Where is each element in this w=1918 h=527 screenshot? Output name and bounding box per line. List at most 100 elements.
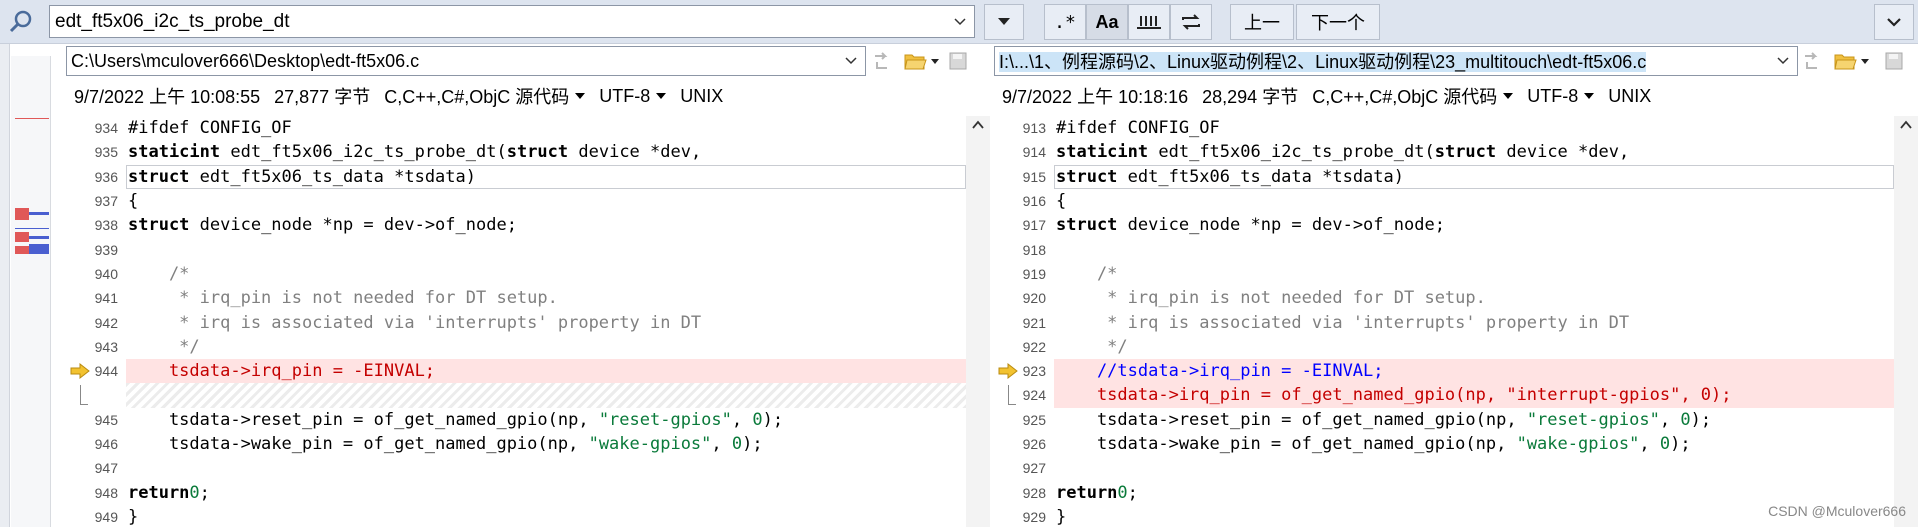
left-scrollbar[interactable] (966, 116, 990, 527)
line-number: 924 (1022, 387, 1046, 404)
left-file-date: 9/7/2022 上午 10:08:55 (74, 87, 261, 107)
code-line[interactable]: 947 (66, 456, 966, 480)
code-line[interactable]: 935 static int edt_ft5x06_i2c_ts_probe_dt… (66, 140, 966, 164)
code-text: return 0; (1056, 482, 1138, 503)
code-line[interactable]: 917 struct device_node *np = dev->of_nod… (994, 213, 1894, 237)
code-line[interactable]: 934 #ifdef CONFIG_OF (66, 116, 966, 140)
match-case-toggle-button[interactable]: Aa (1086, 4, 1128, 40)
line-number: 942 (94, 314, 118, 331)
code-line[interactable]: 943 */ (66, 335, 966, 359)
code-line[interactable]: 936 struct edt_ft5x06_ts_data *tsdata) (66, 164, 966, 189)
code-line[interactable]: 948 return 0; (66, 480, 966, 504)
code-line[interactable]: 915 struct edt_ft5x06_ts_data *tsdata) (994, 164, 1894, 189)
code-text: struct device_node *np = dev->of_node; (1056, 215, 1445, 236)
code-text: } (128, 506, 139, 527)
code-line[interactable]: 924 tsdata->irq_pin = of_get_named_gpio(… (994, 383, 1894, 408)
right-code-view[interactable]: 913 #ifdef CONFIG_OF 914 static int edt_ft5… (994, 116, 1894, 527)
diff-overview-bar[interactable] (11, 56, 51, 527)
whole-word-toggle-button[interactable] (1128, 4, 1170, 40)
line-number: 918 (1022, 241, 1046, 258)
code-line[interactable]: 916 { (994, 189, 1894, 213)
left-code-view[interactable]: 934 #ifdef CONFIG_OF 935 static int edt_ft5… (66, 116, 966, 527)
code-text: * irq is associated via 'interrupts' pro… (1056, 312, 1630, 333)
code-line[interactable]: 919 /* (994, 262, 1894, 286)
code-text: tsdata->reset_pin = of_get_named_gpio(np… (1056, 409, 1712, 430)
find-previous-button[interactable]: 上一 (1230, 4, 1294, 40)
overview-change-marker (29, 244, 49, 254)
left-file-path-input[interactable]: C:\Users\mculover666\Desktop\edt-ft5x06.… (66, 46, 866, 76)
code-line[interactable]: 942 * irq is associated via 'interrupts'… (66, 310, 966, 334)
code-line[interactable]: 946 tsdata->wake_pin = of_get_named_gpio… (66, 432, 966, 456)
line-number: 922 (1022, 338, 1046, 355)
code-line[interactable]: 939 (66, 237, 966, 261)
regex-toggle-button[interactable]: .* (1044, 4, 1086, 40)
code-line[interactable]: 920 * irq_pin is not needed for DT setup… (994, 286, 1894, 310)
code-line[interactable]: 918 (994, 237, 1894, 261)
code-text: tsdata->irq_pin = -EINVAL; (126, 358, 966, 384)
code-line[interactable]: 925 tsdata->reset_pin = of_get_named_gpi… (994, 408, 1894, 432)
code-text: #ifdef CONFIG_OF (1056, 118, 1220, 139)
code-line[interactable]: 945 tsdata->reset_pin = of_get_named_gpi… (66, 408, 966, 432)
search-history-dropdown-button[interactable] (984, 4, 1024, 40)
code-line[interactable]: 944 tsdata->irq_pin = -EINVAL; (66, 358, 966, 384)
save-icon[interactable] (946, 49, 970, 73)
code-line[interactable]: 927 (994, 456, 1894, 480)
overview-change-marker (29, 212, 49, 215)
code-line[interactable]: 921 * irq is associated via 'interrupts'… (994, 310, 1894, 334)
chevron-up-icon[interactable] (972, 120, 984, 130)
code-line[interactable]: 913 #ifdef CONFIG_OF (994, 116, 1894, 140)
open-folder-icon[interactable] (1832, 49, 1870, 73)
code-line[interactable]: 940 /* (66, 262, 966, 286)
code-line[interactable]: 914 static int edt_ft5x06_i2c_ts_probe_dt… (994, 140, 1894, 164)
collapse-toolbar-button[interactable] (1874, 4, 1914, 40)
line-number: 936 (94, 168, 118, 185)
reload-icon[interactable] (1800, 49, 1824, 73)
line-number: 921 (1022, 314, 1046, 331)
code-text: */ (128, 336, 200, 357)
change-arrow-icon[interactable] (70, 362, 90, 379)
reload-icon[interactable] (870, 49, 894, 73)
open-folder-icon[interactable] (902, 49, 940, 73)
code-line[interactable]: 938 struct device_node *np = dev->of_nod… (66, 213, 966, 237)
code-text: /* (1056, 263, 1118, 284)
line-number: 934 (94, 120, 118, 137)
save-icon[interactable] (1882, 49, 1906, 73)
code-line[interactable]: 922 */ (994, 335, 1894, 359)
right-file-path-input[interactable]: I:\...\1、例程源码\2、Linux驱动例程\2、Linux驱动例程\23… (994, 46, 1798, 76)
chevron-down-icon[interactable] (946, 6, 974, 37)
chevron-down-icon[interactable] (1769, 47, 1797, 75)
change-range-marker (80, 385, 88, 406)
overview-change-marker (15, 232, 29, 242)
watermark: CSDN @Mculover666 (1768, 503, 1906, 519)
line-number: 919 (1022, 265, 1046, 282)
line-number: 943 (94, 338, 118, 355)
code-line[interactable]: 949} (66, 505, 966, 527)
left-file-path: C:\Users\mculover666\Desktop\edt-ft5x06.… (71, 50, 420, 71)
wrap-around-toggle-button[interactable] (1170, 4, 1212, 40)
search-icon (9, 10, 32, 33)
search-input[interactable]: edt_ft5x06_i2c_ts_probe_dt (49, 5, 975, 38)
code-line[interactable] (66, 383, 966, 408)
right-language-select[interactable]: C,C++,C#,ObjC 源代码 (1312, 83, 1514, 109)
code-line[interactable]: 941 * irq_pin is not needed for DT setup… (66, 286, 966, 310)
code-text: */ (1056, 336, 1128, 357)
line-number: 914 (1022, 144, 1046, 161)
right-encoding-select[interactable]: UTF-8 (1527, 86, 1595, 107)
left-encoding-select[interactable]: UTF-8 (599, 86, 667, 107)
code-line[interactable]: 923 //tsdata->irq_pin = -EINVAL; (994, 358, 1894, 384)
code-line[interactable]: 929} (994, 505, 1894, 527)
code-line[interactable]: 937 { (66, 189, 966, 213)
change-arrow-icon[interactable] (998, 362, 1018, 379)
code-line[interactable]: 928 return 0; (994, 480, 1894, 504)
code-text: #ifdef CONFIG_OF (128, 118, 292, 139)
right-scrollbar[interactable] (1894, 116, 1918, 527)
code-line[interactable]: 926 tsdata->wake_pin = of_get_named_gpio… (994, 432, 1894, 456)
code-text (126, 383, 966, 408)
find-next-button[interactable]: 下一个 (1296, 4, 1380, 40)
code-text: { (128, 191, 139, 212)
chevron-up-icon[interactable] (1900, 120, 1912, 130)
chevron-down-icon[interactable] (837, 47, 865, 75)
left-language-select[interactable]: C,C++,C#,ObjC 源代码 (384, 83, 586, 109)
left-eol-label: UNIX (680, 85, 724, 106)
